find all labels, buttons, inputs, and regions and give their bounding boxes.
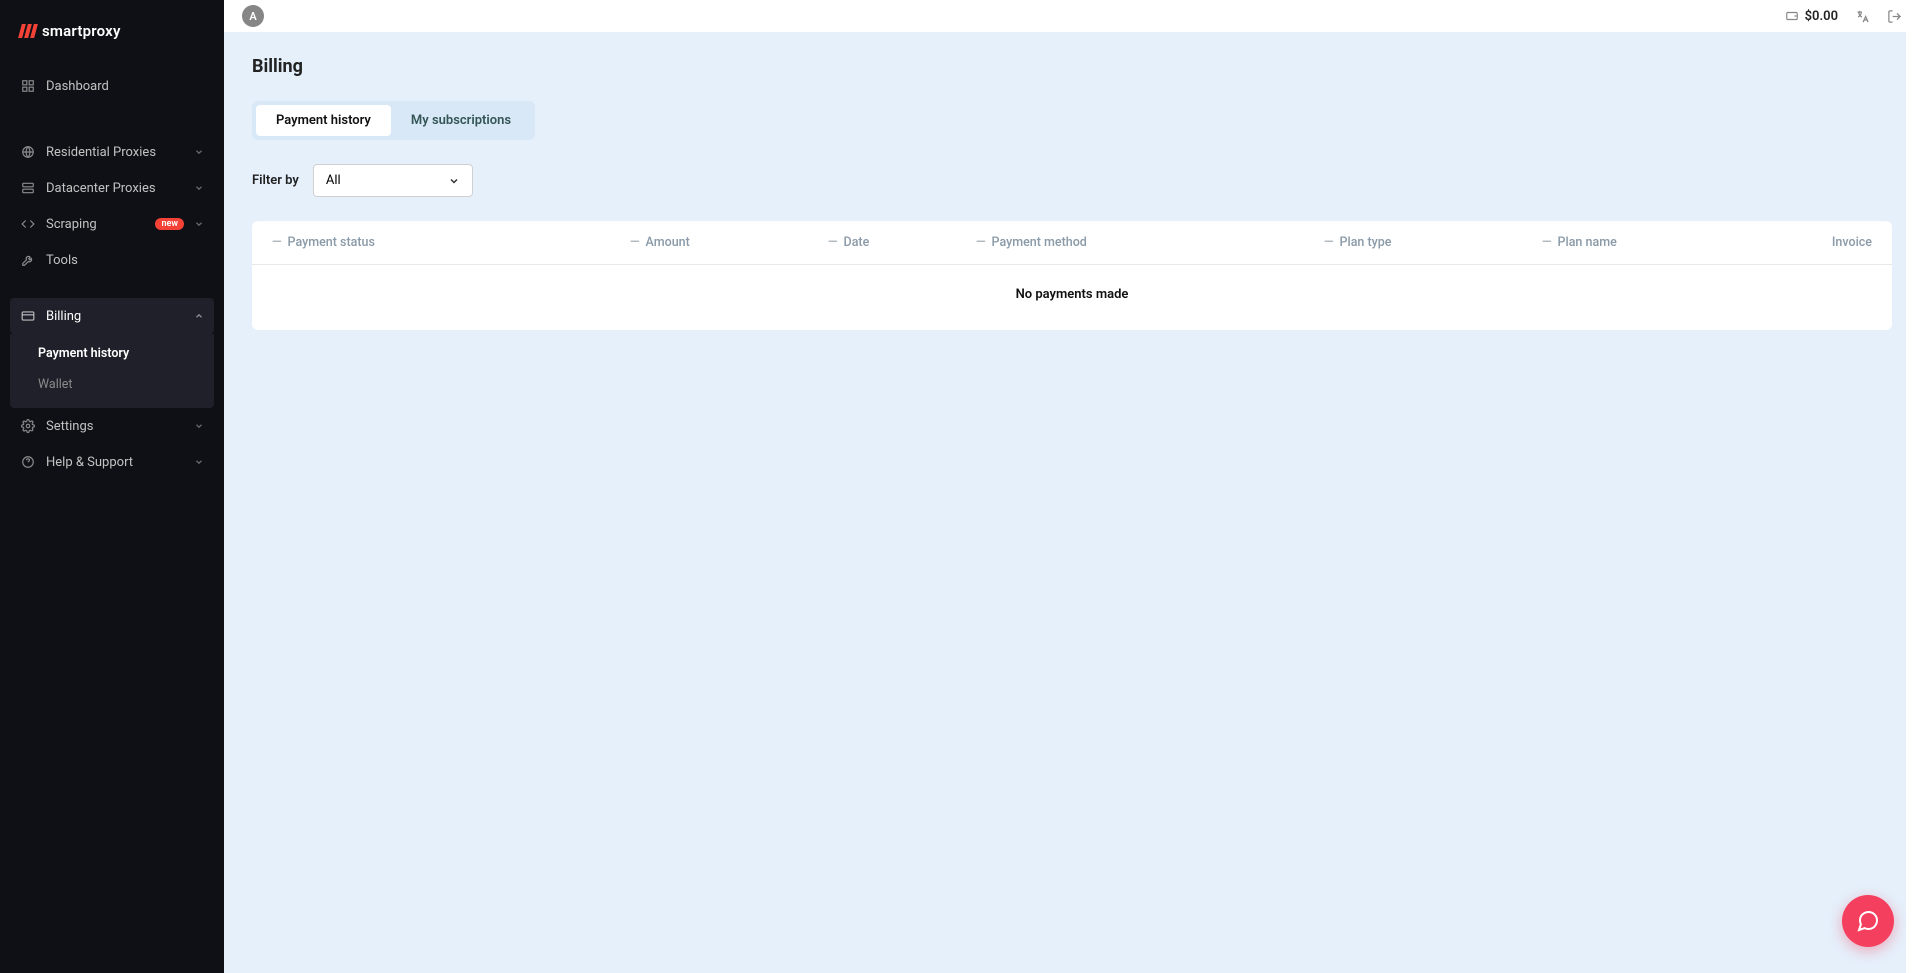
sidebar-item-scraping[interactable]: Scraping new — [0, 206, 224, 242]
filter-label: Filter by — [252, 173, 299, 188]
chevron-down-icon — [194, 421, 204, 431]
th-invoice: — Invoice — [1782, 235, 1872, 250]
filter-selected-value: All — [326, 173, 341, 188]
sidebar-item-settings[interactable]: Settings — [0, 408, 224, 444]
grid-icon — [20, 78, 36, 94]
chevron-down-icon — [194, 147, 204, 157]
sidebar-item-tools[interactable]: Tools — [0, 242, 224, 278]
tab-label: My subscriptions — [411, 113, 511, 128]
th-date[interactable]: — Date — [828, 235, 968, 250]
sidebar-item-label: Tools — [46, 253, 204, 268]
sort-icon: — — [976, 235, 986, 250]
table-empty-message: No payments made — [252, 265, 1892, 330]
th-payment-status[interactable]: — Payment status — [272, 235, 622, 250]
filter-row: Filter by All — [252, 164, 1892, 197]
th-label: Payment status — [288, 235, 375, 250]
page-title: Billing — [252, 56, 1892, 77]
sidebar-item-datacenter-proxies[interactable]: Datacenter Proxies — [0, 170, 224, 206]
sidebar-subitem-wallet[interactable]: Wallet — [10, 369, 214, 400]
code-icon — [20, 216, 36, 232]
sidebar-item-label: Help & Support — [46, 455, 184, 470]
sort-icon: — — [1542, 235, 1552, 250]
help-icon — [20, 454, 36, 470]
sidebar-item-billing[interactable]: Billing — [10, 298, 214, 334]
card-icon — [20, 308, 36, 324]
chevron-up-icon — [194, 311, 204, 321]
chevron-down-icon — [448, 175, 460, 187]
page-content: Billing Payment history My subscriptions… — [224, 32, 1920, 973]
wallet-balance[interactable]: $0.00 — [1785, 9, 1838, 24]
filter-select[interactable]: All — [313, 164, 473, 197]
th-payment-method[interactable]: — Payment method — [976, 235, 1316, 250]
gear-icon — [20, 418, 36, 434]
sidebar-item-residential-proxies[interactable]: Residential Proxies — [0, 134, 224, 170]
sidebar-item-label: Datacenter Proxies — [46, 181, 184, 196]
sidebar-subitem-payment-history[interactable]: Payment history — [10, 338, 214, 369]
tool-icon — [20, 252, 36, 268]
sidebar-item-label: Settings — [46, 419, 184, 434]
th-label: Amount — [646, 235, 690, 250]
language-icon[interactable] — [1854, 8, 1870, 24]
tab-payment-history[interactable]: Payment history — [256, 105, 391, 136]
th-plan-type[interactable]: — Plan type — [1324, 235, 1534, 250]
sidebar-billing-subnav: Payment history Wallet — [10, 334, 214, 408]
chevron-down-icon — [194, 457, 204, 467]
topbar-right: $0.00 — [1785, 8, 1902, 24]
sort-icon: — — [1324, 235, 1334, 250]
sort-icon: — — [630, 235, 640, 250]
brand-logo[interactable]: smartproxy — [0, 0, 224, 58]
tab-my-subscriptions[interactable]: My subscriptions — [391, 105, 531, 136]
brand-logo-icon — [20, 24, 36, 38]
new-badge: new — [155, 218, 184, 230]
sidebar-item-label: Scraping — [46, 217, 141, 232]
subnav-label: Wallet — [38, 377, 73, 392]
sidebar: smartproxy Dashboard Residential Proxies… — [0, 0, 224, 973]
th-label: Payment method — [992, 235, 1087, 250]
wallet-amount: $0.00 — [1805, 9, 1838, 24]
sidebar-item-label: Billing — [46, 309, 184, 324]
th-label: Date — [844, 235, 870, 250]
th-plan-name[interactable]: — Plan name — [1542, 235, 1774, 250]
billing-tabs: Payment history My subscriptions — [252, 101, 535, 140]
subnav-label: Payment history — [38, 346, 129, 361]
scrollbar[interactable] — [1906, 32, 1920, 973]
sort-icon: — — [828, 235, 838, 250]
table-header: — Payment status — Amount — Date — Payme… — [252, 221, 1892, 265]
payments-table: — Payment status — Amount — Date — Payme… — [252, 221, 1892, 330]
sidebar-item-label: Residential Proxies — [46, 145, 184, 160]
sidebar-item-label: Dashboard — [46, 79, 204, 94]
logout-icon[interactable] — [1886, 8, 1902, 24]
chat-button[interactable] — [1842, 895, 1894, 947]
chevron-down-icon — [194, 183, 204, 193]
avatar-initial: A — [249, 10, 256, 23]
main-area: A $0.00 Billing Payment history — [224, 0, 1920, 973]
server-icon — [20, 180, 36, 196]
sort-icon: — — [272, 235, 282, 250]
wallet-icon — [1785, 9, 1799, 23]
globe-icon — [20, 144, 36, 160]
th-label: Plan name — [1558, 235, 1617, 250]
topbar: A $0.00 — [224, 0, 1920, 32]
brand-logo-text: smartproxy — [42, 22, 121, 40]
chat-icon — [1856, 909, 1880, 933]
th-label: Plan type — [1340, 235, 1392, 250]
avatar[interactable]: A — [242, 5, 264, 27]
sidebar-item-help-support[interactable]: Help & Support — [0, 444, 224, 480]
sidebar-item-dashboard[interactable]: Dashboard — [0, 68, 224, 104]
th-label: Invoice — [1832, 235, 1872, 250]
tab-label: Payment history — [276, 113, 371, 128]
th-amount[interactable]: — Amount — [630, 235, 820, 250]
chevron-down-icon — [194, 219, 204, 229]
